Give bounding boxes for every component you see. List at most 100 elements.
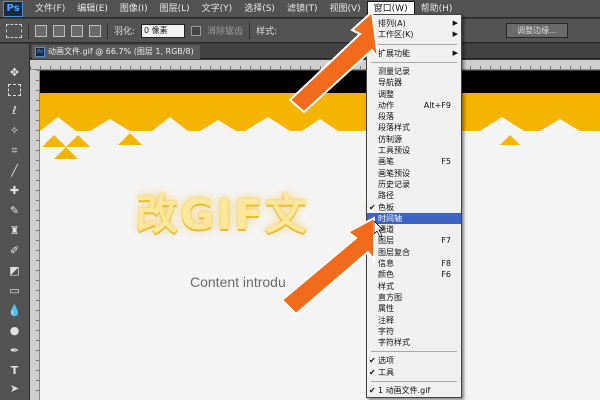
window-menu-item[interactable]: 工作区(K) ▶ xyxy=(367,29,461,40)
crop-tool-icon[interactable]: ⌗ xyxy=(6,144,23,158)
dodge-tool-icon[interactable]: ● xyxy=(6,324,23,338)
window-menu-item[interactable]: 注释 xyxy=(367,315,461,326)
window-menu-item[interactable]: 路径 xyxy=(367,190,461,201)
menu-separator xyxy=(371,351,457,353)
window-menu-item[interactable]: 样式 xyxy=(367,281,461,292)
window-menu-item[interactable]: 直方图 xyxy=(367,292,461,303)
window-menu-item[interactable]: 通道 xyxy=(367,224,461,235)
menu-type[interactable]: 文字(Y) xyxy=(196,0,239,18)
window-menu-item[interactable]: 动作 Alt+F9 xyxy=(367,100,461,111)
marquee-tool-icon[interactable] xyxy=(8,84,21,96)
menu-item-label: 导航器 xyxy=(378,78,402,88)
healing-brush-icon[interactable]: ✚ xyxy=(6,184,23,198)
window-menu-item[interactable]: 画笔 F5 xyxy=(367,156,461,167)
menu-select[interactable]: 选择(S) xyxy=(238,0,281,18)
marquee-preset-icon[interactable] xyxy=(6,23,22,38)
path-select-icon[interactable]: ➤ xyxy=(6,382,23,396)
history-brush-icon[interactable]: ✐ xyxy=(6,244,23,258)
horizontal-ruler[interactable] xyxy=(30,60,600,70)
menu-shortcut: F5 xyxy=(441,157,451,167)
feather-label: 羽化: xyxy=(114,27,136,37)
menu-item-label: 排列(A) xyxy=(378,19,406,28)
document-tab[interactable]: Ps 动画文件.gif @ 66.7% (图层 1, RGB/8) xyxy=(32,45,200,59)
menu-item-label: 字符样式 xyxy=(378,338,410,348)
menu-item-label: 画笔预设 xyxy=(378,168,410,178)
clone-stamp-icon[interactable]: ♜ xyxy=(6,224,23,238)
window-menu-item[interactable]: 测量记录 xyxy=(367,66,461,77)
window-menu-item[interactable]: 扩展功能 ▶ xyxy=(367,48,461,59)
menu-view[interactable]: 视图(V) xyxy=(323,0,366,18)
window-menu-item[interactable]: 字符样式 xyxy=(367,337,461,348)
menu-item-label: 图层 xyxy=(378,236,394,246)
window-menu-item[interactable]: 仿制源 xyxy=(367,134,461,145)
document-canvas[interactable]: 改GIF文大小 Content introduction xyxy=(40,71,600,400)
menu-edit[interactable]: 编辑(E) xyxy=(71,0,114,18)
lasso-tool-icon[interactable]: ℓ xyxy=(6,104,23,118)
window-menu-item[interactable]: ✔ 色板 xyxy=(367,202,461,213)
window-menu-item[interactable]: 属性 xyxy=(367,303,461,314)
menu-item-label: 段落样式 xyxy=(378,123,410,133)
pen-tool-icon[interactable]: ✒ xyxy=(6,344,23,358)
menu-item-label: 历史记录 xyxy=(378,179,410,189)
window-menu-item[interactable]: 调整 xyxy=(367,89,461,100)
divider xyxy=(28,22,29,39)
subtract-selection-icon[interactable] xyxy=(71,24,83,37)
menu-item-label: 选项 xyxy=(378,356,394,366)
window-menu-item[interactable]: 信息 F8 xyxy=(367,258,461,269)
menu-bar: Ps 文件(F) 编辑(E) 图像(I) 图层(L) 文字(Y) 选择(S) 滤… xyxy=(0,0,600,18)
window-menu-item[interactable]: ✔ 选项 xyxy=(367,355,461,366)
style-label: 样式: xyxy=(256,27,278,37)
antialias-checkbox[interactable] xyxy=(191,25,202,36)
window-menu-item[interactable]: 段落 xyxy=(367,111,461,122)
blur-tool-icon[interactable]: 💧 xyxy=(6,304,23,318)
menu-item-label: 颜色 xyxy=(378,270,394,280)
window-menu-item[interactable]: 工具预设 xyxy=(367,145,461,156)
window-menu-item[interactable]: 段落样式 xyxy=(367,122,461,133)
gradient-tool-icon[interactable]: ▭ xyxy=(6,284,23,298)
window-menu-item[interactable]: 画笔预设 xyxy=(367,168,461,179)
menu-item-label: 时间轴 xyxy=(378,213,402,223)
submenu-arrow-icon: ▶ xyxy=(452,48,458,57)
adjust-edge-button[interactable]: 调整边缘... xyxy=(506,23,568,38)
window-menu-item[interactable]: 排列(A) ▶ xyxy=(367,18,461,29)
menu-layer[interactable]: 图层(L) xyxy=(154,0,196,18)
window-menu-item[interactable]: ✔ 图层 F7 xyxy=(367,235,461,246)
divider xyxy=(249,22,251,39)
magic-wand-icon[interactable]: ✧ xyxy=(6,124,23,138)
vertical-ruler[interactable] xyxy=(30,70,40,400)
intersect-selection-icon[interactable] xyxy=(89,24,101,37)
type-tool-icon[interactable]: T xyxy=(6,364,23,378)
menu-item-label: 图层复合 xyxy=(378,247,410,257)
eyedropper-icon[interactable]: ╱ xyxy=(6,164,23,178)
window-menu-item[interactable]: 导航器 xyxy=(367,77,461,88)
window-menu-item[interactable]: 颜色 F6 xyxy=(367,269,461,280)
window-menu-item[interactable]: ✔ 工具 xyxy=(367,367,461,378)
window-menu-item[interactable]: 字符 xyxy=(367,326,461,337)
menu-item-label: 通道 xyxy=(378,225,394,235)
window-menu-item[interactable]: 时间轴 xyxy=(367,212,461,224)
menu-item-label: 段落 xyxy=(378,112,394,122)
move-tool-icon[interactable]: ✥ xyxy=(6,66,23,80)
menu-filter[interactable]: 滤镜(T) xyxy=(281,0,324,18)
window-menu-dropdown: 排列(A) ▶ 工作区(K) ▶ 扩展功能 ▶ 测量记录 导航器 调整 动作 Alt+F9 段落 段落样… xyxy=(366,14,462,398)
brush-tool-icon[interactable]: ✎ xyxy=(6,204,23,218)
add-selection-icon[interactable] xyxy=(53,24,65,37)
menu-item-label: 测量记录 xyxy=(378,66,410,76)
menu-item-label: 注释 xyxy=(378,315,394,325)
window-menu-item[interactable]: 图层复合 xyxy=(367,247,461,258)
eraser-tool-icon[interactable]: ◩ xyxy=(6,264,23,278)
menu-shortcut: F7 xyxy=(441,236,451,246)
feather-input[interactable]: 0 像素 xyxy=(141,23,186,38)
window-menu-item[interactable]: ✔ 1 动画文件.gif xyxy=(367,385,461,396)
window-menu-item[interactable]: 历史记录 xyxy=(367,179,461,190)
menu-item-label: 工具 xyxy=(378,367,394,377)
menu-shortcut: F6 xyxy=(441,270,451,280)
header-black-band xyxy=(40,71,600,93)
menu-image[interactable]: 图像(I) xyxy=(114,0,154,18)
menu-item-label: 动作 xyxy=(378,100,394,110)
checkmark-icon: ✔ xyxy=(369,386,376,395)
submenu-arrow-icon: ▶ xyxy=(452,30,458,39)
menu-item-label: 色板 xyxy=(378,202,394,212)
menu-file[interactable]: 文件(F) xyxy=(29,0,71,18)
new-selection-icon[interactable] xyxy=(35,24,47,37)
